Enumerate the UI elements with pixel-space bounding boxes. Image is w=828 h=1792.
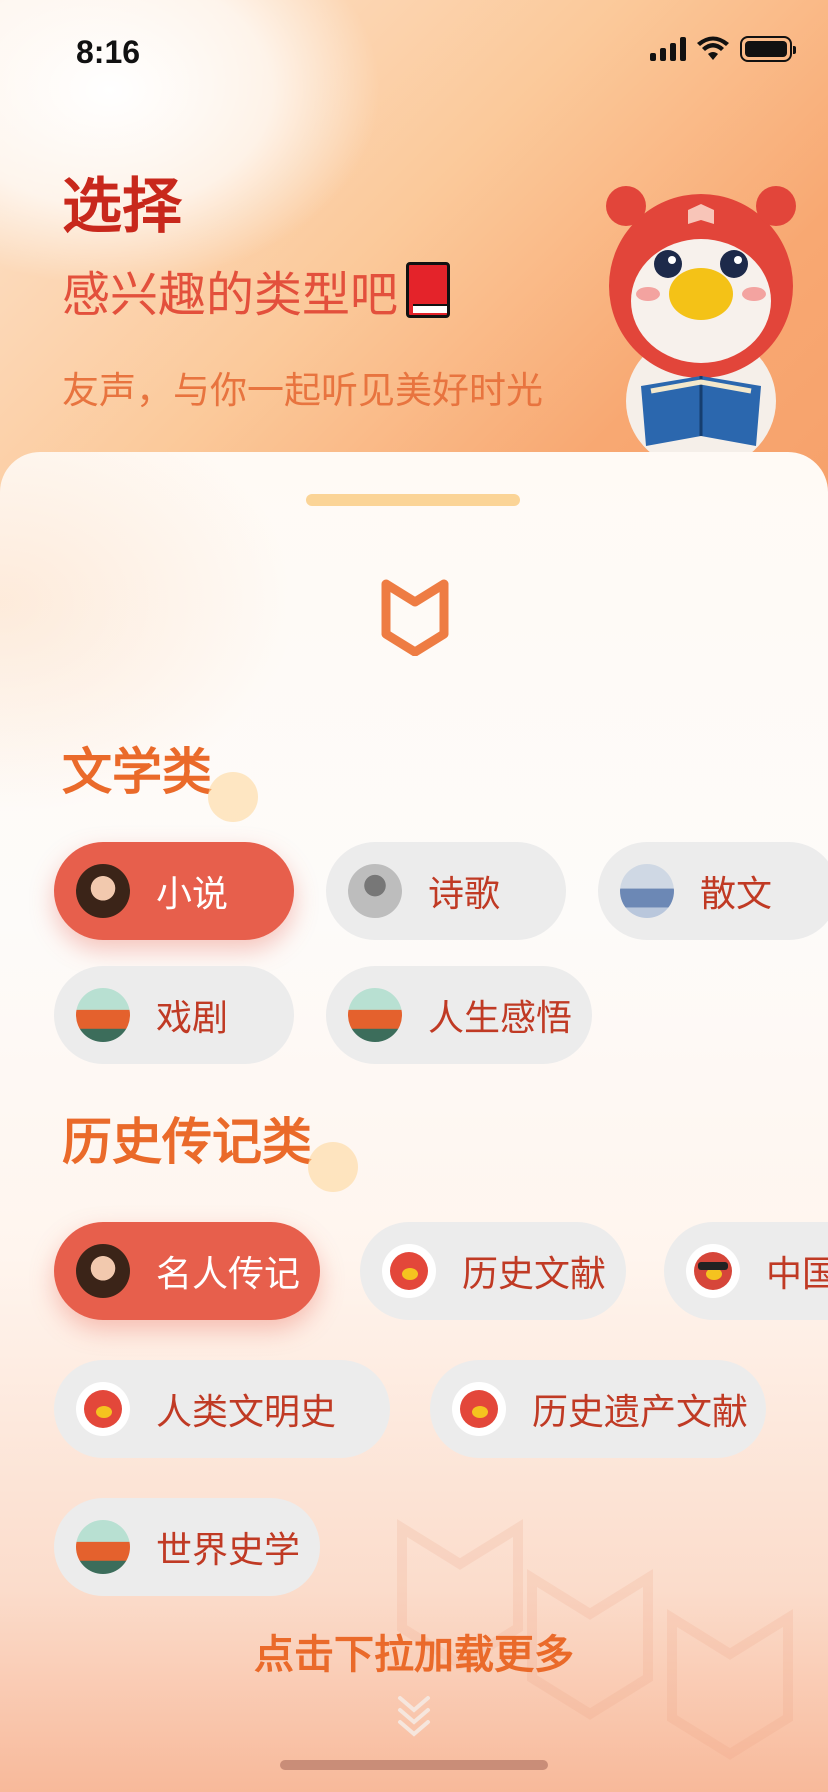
chip-label: 名人传记 [156, 1254, 301, 1295]
tagline: 友声，与你一起听见美好时光 [62, 369, 543, 412]
chip-label: 人生感悟 [428, 998, 573, 1039]
home-indicator[interactable] [280, 1760, 548, 1770]
status-time: 8:16 [76, 34, 141, 70]
avatar [452, 1382, 506, 1436]
chip-label: 历史文献 [462, 1254, 607, 1295]
avatar [686, 1244, 740, 1298]
avatar [76, 1520, 130, 1574]
book-icon [406, 262, 451, 318]
book-logo-icon [381, 579, 449, 656]
chip-china[interactable]: 中国 [664, 1222, 828, 1320]
chip-civilization-history[interactable]: 人类文明史 [54, 1360, 390, 1458]
chip-drama[interactable]: 戏剧 [54, 966, 294, 1064]
load-more-hint[interactable]: 点击下拉加载更多 [0, 1622, 828, 1680]
chip-life-insights[interactable]: 人生感悟 [326, 966, 592, 1064]
cellular-signal-icon [650, 37, 686, 61]
section-title-literature: 文学类 [62, 732, 258, 822]
chip-label: 小说 [156, 874, 229, 915]
chip-poetry[interactable]: 诗歌 [326, 842, 566, 940]
avatar [348, 864, 402, 918]
avatar [348, 988, 402, 1042]
status-bar: 8:16 [0, 0, 828, 100]
chip-world-history[interactable]: 世界史学 [54, 1498, 320, 1596]
chip-biographies[interactable]: 名人传记 [54, 1222, 320, 1320]
section-title-text: 历史传记类 [62, 1113, 312, 1171]
avatar [382, 1244, 436, 1298]
chip-label: 戏剧 [156, 998, 229, 1039]
category-sheet[interactable]: 文学类 小说 诗歌 散文 戏剧 人生感悟 历史传记类 名人传记 历史文献 中国 [0, 452, 828, 1792]
chip-label: 诗歌 [428, 874, 501, 915]
page-title: 选择 [62, 172, 182, 242]
avatar [76, 1382, 130, 1436]
subtitle-text: 感兴趣的类型吧 [62, 267, 399, 323]
avatar [76, 988, 130, 1042]
chip-label: 历史遗产文献 [532, 1392, 749, 1433]
wifi-icon [697, 36, 729, 60]
chip-heritage-documents[interactable]: 历史遗产文献 [430, 1360, 766, 1458]
chip-novel[interactable]: 小说 [54, 842, 294, 940]
double-chevron-down-icon[interactable] [394, 1692, 434, 1742]
chip-prose[interactable]: 散文 [598, 842, 828, 940]
chip-label: 中国 [766, 1254, 828, 1295]
page-subtitle: 感兴趣的类型吧 [62, 255, 451, 325]
decorative-dot [308, 1142, 358, 1192]
avatar [76, 864, 130, 918]
chip-label: 世界史学 [156, 1530, 301, 1571]
section-title-text: 文学类 [62, 743, 212, 801]
battery-icon [740, 36, 796, 62]
chip-historical-documents[interactable]: 历史文献 [360, 1222, 626, 1320]
drag-handle[interactable] [306, 494, 520, 506]
decorative-dot [208, 772, 258, 822]
status-icons [650, 36, 796, 62]
section-title-history-biography: 历史传记类 [62, 1102, 358, 1192]
chip-label: 人类文明史 [156, 1392, 337, 1433]
avatar [620, 864, 674, 918]
chip-label: 散文 [700, 874, 773, 915]
avatar [76, 1244, 130, 1298]
